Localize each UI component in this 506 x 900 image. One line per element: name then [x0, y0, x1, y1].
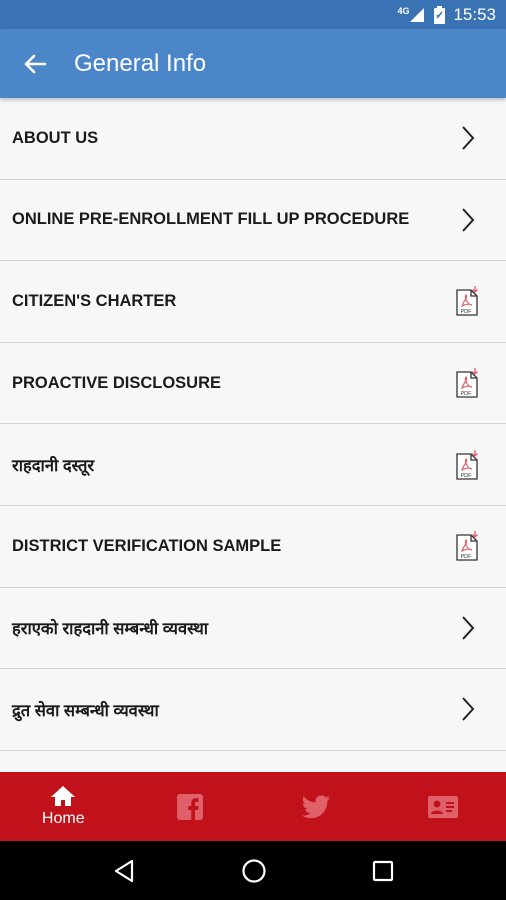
pdf-text: PDF: [461, 309, 473, 315]
list-item[interactable]: द्रुत सेवा सम्बन्धी व्यवस्था: [0, 669, 506, 751]
network-type: 4G: [397, 5, 410, 16]
tab-facebook[interactable]: [127, 772, 254, 841]
chevron-right-icon: [462, 697, 475, 722]
pdf-icon: PDF: [456, 449, 478, 480]
signal-indicator: 4G: [397, 5, 425, 22]
tab-twitter[interactable]: [253, 772, 380, 841]
recents-square-icon[interactable]: [372, 860, 394, 882]
list-item[interactable]: राहदानी दस्तूर PDF: [0, 424, 506, 506]
status-bar: 4G 15:53: [0, 0, 506, 29]
list-item[interactable]: [0, 751, 506, 772]
pdf-text: PDF: [461, 391, 473, 397]
tab-home-label: Home: [41, 810, 85, 827]
chevron-right-icon: [462, 208, 475, 232]
list-item[interactable]: हराएको राहदानी सम्बन्धी व्यवस्था: [0, 588, 506, 670]
list-item-label: CITIZEN'S CHARTER: [12, 291, 177, 310]
info-list: ABOUT US ONLINE PRE-ENROLLMENT FILL UP P…: [0, 98, 506, 772]
app-bar: General Info: [0, 29, 506, 98]
list-item[interactable]: PROACTIVE DISCLOSURE PDF: [0, 343, 506, 425]
chevron-right-icon: [462, 126, 475, 150]
list-item-label: द्रुत सेवा सम्बन्धी व्यवस्था: [12, 701, 159, 720]
twitter-icon: [302, 794, 331, 818]
arrow-left-icon: [24, 54, 46, 73]
list-item-label: राहदानी दस्तूर: [12, 457, 95, 476]
system-navigation-bar: [0, 841, 506, 900]
list-item[interactable]: ABOUT US: [0, 98, 506, 180]
home-icon: [51, 786, 76, 806]
contact-card-icon: [427, 795, 458, 818]
battery-icon: [434, 5, 446, 24]
list-item[interactable]: DISTRICT VERIFICATION SAMPLE PDF: [0, 506, 506, 588]
pdf-icon: PDF: [456, 368, 478, 398]
list-item-label: ONLINE PRE-ENROLLMENT FILL UP PROCEDURE: [12, 210, 410, 229]
signal-icon: [410, 7, 425, 22]
tab-contact[interactable]: [380, 772, 506, 841]
page-title: General Info: [74, 49, 207, 77]
tab-home[interactable]: Home: [0, 772, 127, 841]
list-item[interactable]: CITIZEN'S CHARTER PDF: [0, 261, 506, 343]
clock: 15:53: [453, 4, 496, 24]
pdf-icon: PDF: [456, 531, 478, 561]
list-item-label: हराएको राहदानी सम्बन्धी व्यवस्था: [12, 620, 209, 639]
pdf-icon: PDF: [456, 286, 478, 317]
pdf-text: PDF: [461, 473, 473, 479]
pdf-text: PDF: [461, 554, 473, 560]
back-button[interactable]: [0, 29, 70, 98]
home-circle-icon[interactable]: [241, 858, 267, 884]
list-item[interactable]: ONLINE PRE-ENROLLMENT FILL UP PROCEDURE: [0, 180, 506, 262]
back-triangle-icon[interactable]: [112, 859, 136, 883]
facebook-icon: [176, 793, 203, 820]
list-item-label: ABOUT US: [12, 128, 99, 147]
bottom-nav: Home: [0, 772, 506, 841]
list-item-label: PROACTIVE DISCLOSURE: [12, 373, 222, 392]
chevron-right-icon: [462, 616, 475, 640]
list-item-label: DISTRICT VERIFICATION SAMPLE: [12, 536, 282, 555]
